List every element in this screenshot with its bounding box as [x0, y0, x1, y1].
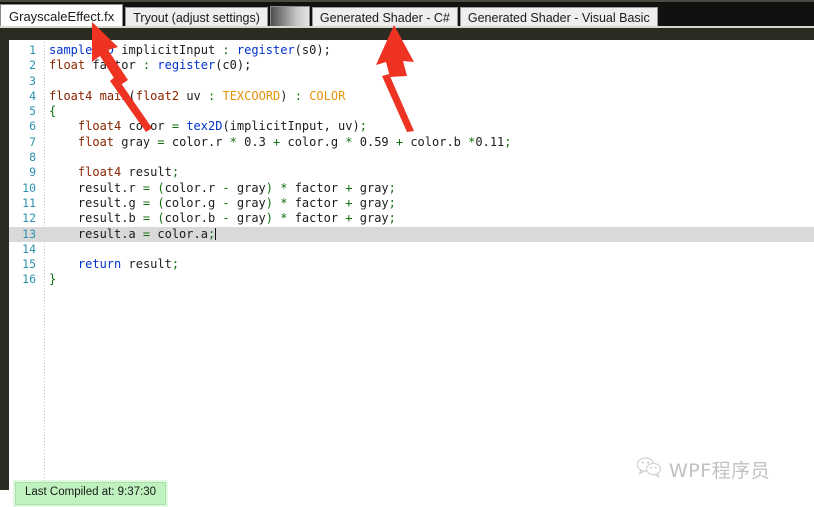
code-lines[interactable]: 1 sampler2D implicitInput : register(s0);… — [9, 43, 814, 288]
line-number: 8 — [29, 150, 36, 165]
code-line[interactable]: 12 result.b = (color.b - gray) * factor … — [9, 211, 814, 226]
text-caret — [215, 227, 217, 240]
toolbar-band — [0, 28, 814, 40]
code-text: float4 result; — [77, 165, 180, 180]
line-number: 3 — [29, 73, 36, 88]
tab-tryout-adjust-settings[interactable]: Tryout (adjust settings) — [125, 7, 268, 28]
code-text: float4 main(float2 uv : TEXCOORD) : COLO… — [49, 88, 346, 103]
code-line[interactable]: 9 float4 result; — [9, 165, 814, 180]
code-line[interactable]: 2 float factor : register(c0); — [9, 58, 814, 73]
code-text: result.a = color.a; — [49, 226, 217, 241]
line-number: 16 — [22, 272, 36, 287]
line-number: 13 — [22, 226, 36, 241]
tab-strip: GrayscaleEffect.fx Tryout (adjust setting… — [0, 0, 814, 28]
tab-grayscaleeffect-fx[interactable]: GrayscaleEffect.fx — [0, 4, 124, 28]
code-text: float factor : register(c0); — [49, 58, 252, 73]
line-number: 7 — [29, 134, 36, 149]
code-line[interactable]: 10 result.r = (color.r - gray) * factor … — [9, 181, 814, 196]
line-number: 1 — [29, 43, 36, 57]
code-text: result.b = (color.b - gray) * factor + g… — [49, 211, 396, 226]
code-line[interactable]: 11 result.g = (color.g - gray) * factor … — [9, 196, 814, 211]
code-editor[interactable]: 1 sampler2D implicitInput : register(s0);… — [0, 40, 814, 507]
code-text: float4 color = tex2D(implicitInput, uv); — [77, 119, 367, 134]
code-text: return result; — [77, 257, 180, 272]
code-surface[interactable]: 1 sampler2D implicitInput : register(s0);… — [9, 40, 814, 507]
last-compiled-status: Last Compiled at: 9:37:30 — [15, 482, 167, 505]
code-line[interactable]: 15 return result; — [9, 257, 814, 272]
watermark-label: WPF程序员 — [669, 460, 771, 482]
line-number: 5 — [29, 104, 36, 119]
code-text: sampler2D implicitInput : register(s0); — [49, 43, 331, 57]
code-text: { — [49, 104, 57, 119]
watermark: WPF程序员 — [636, 456, 770, 483]
code-line[interactable]: 7 float gray = color.r * 0.3 + color.g *… — [9, 135, 814, 150]
code-line[interactable]: 1 sampler2D implicitInput : register(s0); — [9, 43, 814, 58]
code-line[interactable]: 5{ — [9, 104, 814, 119]
wechat-icon — [636, 456, 662, 483]
code-text: result.r = (color.r - gray) * factor + g… — [49, 180, 396, 195]
line-number: 12 — [22, 211, 36, 226]
gradient-preview-swatch[interactable] — [269, 6, 310, 28]
line-number: 10 — [22, 180, 36, 195]
code-text: } — [49, 272, 57, 287]
code-line-current[interactable]: 13 result.a = color.a; — [9, 226, 814, 242]
code-line[interactable]: 3 — [9, 74, 814, 89]
line-number: 6 — [29, 119, 36, 134]
line-number: 15 — [22, 257, 36, 272]
code-text: result.g = (color.g - gray) * factor + g… — [49, 195, 396, 210]
line-number: 2 — [29, 58, 36, 73]
code-line[interactable]: 6 float4 color = tex2D(implicitInput, uv… — [9, 119, 814, 134]
code-text: float gray = color.r * 0.3 + color.g * 0… — [77, 134, 512, 149]
editor-left-rail — [0, 40, 9, 490]
window-top-rail — [0, 0, 814, 2]
line-number: 11 — [22, 195, 36, 210]
shader-editor-window: GrayscaleEffect.fx Tryout (adjust setting… — [0, 0, 814, 507]
line-number: 4 — [29, 88, 36, 103]
tab-generated-shader-visual-basic[interactable]: Generated Shader - Visual Basic — [459, 7, 658, 28]
tab-list: GrayscaleEffect.fx Tryout (adjust setting… — [0, 4, 660, 28]
code-line[interactable]: 16} — [9, 272, 814, 287]
code-line[interactable]: 4 float4 main(float2 uv : TEXCOORD) : COL… — [9, 89, 814, 104]
code-line[interactable]: 8 — [9, 150, 814, 165]
line-number: 14 — [22, 241, 36, 256]
code-line[interactable]: 14 — [9, 242, 814, 257]
tab-generated-shader-c[interactable]: Generated Shader - C# — [311, 7, 458, 28]
line-number: 9 — [29, 165, 36, 180]
